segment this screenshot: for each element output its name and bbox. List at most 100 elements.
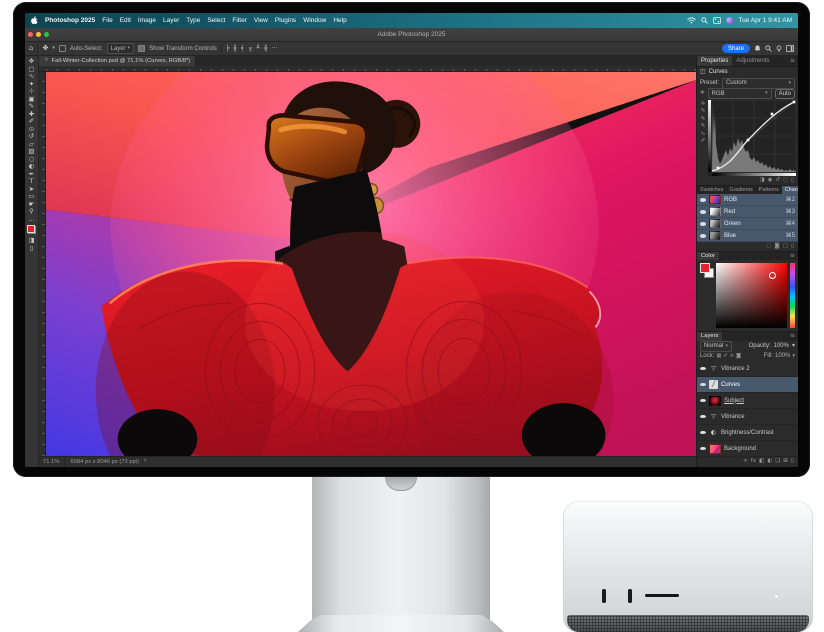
layer-thumbnail[interactable] [709, 444, 721, 454]
delete-adjustment-icon[interactable]: ▯ [791, 178, 794, 184]
eye-icon[interactable] [700, 383, 706, 387]
lasso-tool-icon[interactable]: ∿ [29, 73, 34, 80]
brush-tool-icon[interactable]: ✐ [29, 118, 34, 125]
previous-state-icon[interactable]: ◌ [783, 178, 788, 184]
menu-view[interactable]: View [254, 17, 268, 24]
lock-pixels-icon[interactable]: ✐ [723, 354, 727, 359]
saturation-brightness-field[interactable] [716, 263, 787, 328]
channel-row-green[interactable]: Green ⌘4 [697, 218, 798, 230]
add-mask-icon[interactable]: ◧ [759, 459, 764, 465]
save-selection-icon[interactable]: ◙ [774, 244, 779, 250]
menu-select[interactable]: Select [207, 17, 225, 24]
zoom-tool-icon[interactable]: ⚲ [29, 208, 34, 215]
menu-file[interactable]: File [102, 17, 112, 24]
curves-layer-thumbnail[interactable]: ╱ [709, 380, 718, 389]
align-bottom-icon[interactable]: ╨ [256, 46, 260, 52]
layer-row-curves[interactable]: ╱ Curves [697, 377, 798, 393]
white-point-eyedropper-icon[interactable]: ✎ [701, 124, 706, 130]
align-left-icon[interactable]: ╞ [226, 46, 230, 52]
chevron-down-icon[interactable]: ▾ [792, 343, 795, 349]
discover-lightbulb-icon[interactable] [776, 45, 782, 53]
color-picker-ring[interactable] [769, 272, 776, 279]
delete-channel-icon[interactable]: ▯ [791, 244, 794, 250]
channel-row-rgb[interactable]: RGB ⌘2 [697, 194, 798, 206]
reset-adjustment-icon[interactable]: ↺ [776, 178, 781, 184]
menu-plugins[interactable]: Plugins [275, 17, 296, 24]
new-adjustment-layer-icon[interactable]: ◐ [767, 459, 772, 465]
home-icon[interactable]: ⌂ [29, 45, 33, 52]
workspace-switcher-icon[interactable] [786, 45, 794, 52]
type-tool-icon[interactable]: T [30, 178, 34, 185]
foreground-color-swatch[interactable] [700, 263, 710, 273]
tab-adjustments[interactable]: Adjustments [732, 56, 773, 66]
align-right-icon[interactable]: ╡ [241, 46, 245, 52]
tab-channels[interactable]: Channels [782, 186, 798, 194]
color-swatches[interactable] [27, 225, 36, 234]
new-group-icon[interactable]: ❏ [775, 459, 780, 465]
edit-toolbar-icon[interactable]: … [28, 216, 35, 223]
tab-patterns[interactable]: Patterns [756, 186, 782, 194]
link-layers-icon[interactable]: ∞ [743, 459, 748, 465]
shape-tool-icon[interactable]: ▭ [28, 193, 34, 200]
opacity-value[interactable]: 100% [774, 343, 789, 349]
dodge-tool-icon[interactable]: ◐ [29, 163, 35, 170]
layer-thumbnail[interactable] [709, 396, 721, 406]
preset-dropdown[interactable]: Custom▾ [722, 78, 795, 89]
search-icon[interactable] [765, 45, 772, 52]
eye-icon[interactable] [700, 415, 706, 419]
channel-row-red[interactable]: Red ⌘3 [697, 206, 798, 218]
layer-effects-icon[interactable]: fx [751, 459, 756, 465]
auto-select-target-dropdown[interactable]: Layer▾ [107, 43, 135, 54]
chevron-down-icon[interactable]: ▾ [792, 354, 795, 359]
layer-row-subject[interactable]: Subject [697, 393, 798, 409]
hue-slider[interactable] [790, 263, 795, 328]
move-tool-option-icon[interactable]: ✥ [42, 45, 48, 52]
chevron-down-icon[interactable]: ▾ [52, 46, 55, 51]
blend-mode-dropdown[interactable]: Normal▾ [700, 341, 732, 352]
status-chevron-icon[interactable]: › [144, 459, 146, 465]
menu-app-name[interactable]: Photoshop 2025 [45, 17, 95, 24]
eye-icon[interactable] [700, 447, 706, 451]
curve-point-icon[interactable]: ∿ [701, 132, 706, 138]
control-center-icon[interactable] [713, 17, 721, 24]
document-tab[interactable]: × Fall-Winter-Collection.psd @ 71.1% (Cu… [39, 56, 196, 66]
menu-image[interactable]: Image [138, 17, 156, 24]
foreground-color-swatch[interactable] [27, 225, 35, 233]
menu-filter[interactable]: Filter [232, 17, 246, 24]
panel-menu-icon[interactable]: ≡ [790, 253, 798, 259]
more-options-icon[interactable]: ··· [272, 46, 278, 52]
screen-mode-icon[interactable]: ▯ [30, 245, 34, 252]
close-tab-icon[interactable]: × [44, 58, 49, 64]
lock-transparency-icon[interactable]: ▦ [716, 354, 721, 359]
share-button[interactable]: Share [722, 44, 750, 53]
eyedropper-tool-icon[interactable]: ✎ [29, 103, 34, 110]
tab-properties[interactable]: Properties [697, 56, 732, 66]
apple-logo-icon[interactable] [31, 16, 38, 25]
new-layer-icon[interactable]: ⊞ [783, 459, 788, 465]
gradient-tool-icon[interactable]: ▨ [28, 148, 34, 155]
layer-row-background[interactable]: Background [697, 441, 798, 457]
align-top-icon[interactable]: ╥ [249, 46, 253, 52]
toggle-visibility-icon[interactable]: ◉ [768, 178, 773, 184]
crop-tool-icon[interactable]: ⊹ [29, 88, 34, 95]
channel-row-blue[interactable]: Blue ⌘5 [697, 230, 798, 242]
auto-button[interactable]: Auto [775, 89, 795, 99]
menu-help[interactable]: Help [333, 17, 346, 24]
canvas[interactable] [46, 72, 696, 456]
curves-grid[interactable] [708, 100, 796, 176]
show-transform-checkbox[interactable] [138, 45, 145, 52]
eye-icon[interactable] [700, 222, 706, 226]
auto-select-checkbox[interactable] [59, 45, 66, 52]
quick-mask-icon[interactable]: ◨ [28, 237, 34, 244]
panel-menu-icon[interactable]: ≡ [790, 58, 798, 64]
layer-row-vibrance-2[interactable]: ▽ Vibrance 2 [697, 361, 798, 377]
move-tool-icon[interactable]: ✥ [29, 58, 34, 65]
menu-window[interactable]: Window [303, 17, 326, 24]
tab-layers[interactable]: Layers [697, 332, 722, 340]
zoom-level[interactable]: 71.1% [43, 459, 59, 465]
fill-value[interactable]: 100% [775, 353, 790, 359]
align-center-icon[interactable]: ╫ [233, 46, 237, 52]
menu-clock[interactable]: Tue Apr 1 9:41 AM [738, 17, 792, 24]
distribute-icon[interactable]: ╬ [264, 46, 268, 52]
gray-point-eyedropper-icon[interactable]: ✎ [701, 117, 706, 123]
